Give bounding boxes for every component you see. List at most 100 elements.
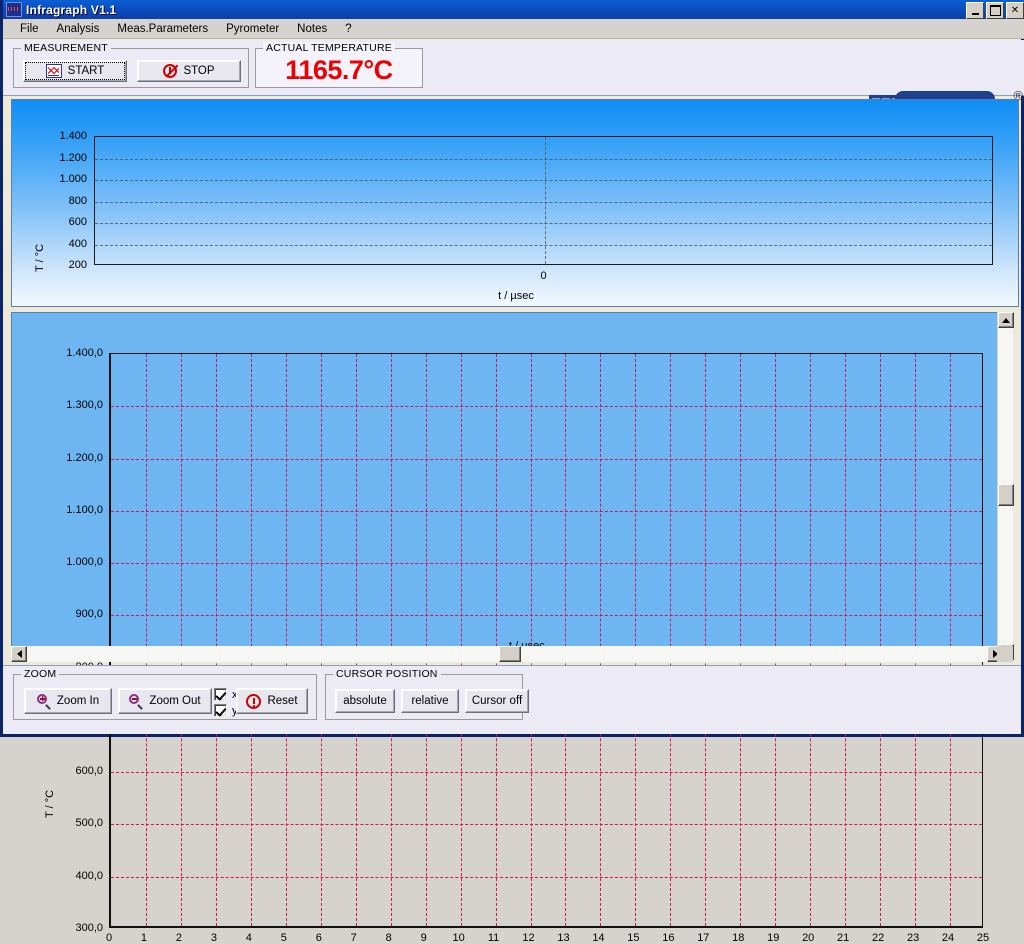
gridline-vertical: [320, 354, 322, 926]
gridline-horizontal: [95, 180, 992, 181]
menu-item-analysis[interactable]: Analysis: [48, 21, 109, 37]
reset-button[interactable]: Reset: [236, 688, 308, 714]
axis-y-checkbox[interactable]: [214, 704, 227, 717]
top-chart-y-tick: 1.000: [59, 173, 87, 185]
bottom-chart-x-tick: 13: [557, 932, 570, 944]
bottom-chart-x-tick: 20: [802, 932, 815, 944]
axis-y-checkbox-row[interactable]: y: [214, 704, 238, 717]
bottom-chart-y-axis-label: T / °C: [44, 789, 56, 818]
vertical-scrollbar[interactable]: [997, 312, 1014, 660]
zoom-in-button[interactable]: Zoom In: [24, 688, 112, 714]
bottom-chart-x-tick: 5: [280, 932, 287, 944]
chart-icon: [45, 64, 62, 78]
gridline-vertical: [180, 354, 182, 926]
chevron-left-icon: [16, 650, 22, 658]
gridline-vertical: [460, 354, 462, 926]
app-icon: [6, 2, 22, 17]
bottom-chart-x-tick: 11: [487, 932, 500, 944]
horizontal-scrollbar-thumb[interactable]: [499, 646, 521, 662]
close-button[interactable]: ✕: [1006, 2, 1024, 19]
bottom-chart-x-tick: 16: [662, 932, 675, 944]
gridline-vertical: [425, 354, 427, 926]
bottom-chart-x-tick: 24: [941, 932, 955, 944]
bottom-chart-x-tick: 7: [350, 932, 357, 944]
bottom-chart-y-tick: 1.300,0: [66, 399, 103, 412]
cursor-relative-button[interactable]: relative: [401, 689, 459, 713]
bottom-chart-plot-area[interactable]: [109, 353, 983, 928]
maximize-button[interactable]: [986, 2, 1004, 19]
top-chart-y-tick: 800: [68, 194, 87, 207]
bottom-chart-y-tick: 300,0: [75, 922, 103, 934]
window-controls: ✕: [966, 2, 1024, 19]
bottom-chart-x-tick: 6: [315, 932, 322, 944]
reset-warning-icon: [246, 693, 262, 709]
bottom-toolbar: ZOOM Zoom In Zoom Out x y Reset CURSOR P…: [3, 665, 1021, 734]
bottom-chart-y-tick: 1.200,0: [66, 451, 103, 464]
top-chart-x-axis-label: t / µsec: [498, 290, 534, 302]
zoom-in-label: Zoom In: [56, 695, 100, 707]
top-chart-y-tick: 400: [68, 237, 87, 250]
top-chart-y-axis-label: T / °C: [34, 243, 46, 272]
gridline-horizontal: [111, 510, 982, 512]
magnifier-plus-icon: [36, 694, 51, 708]
gridline-vertical: [915, 354, 917, 926]
menu-item-file[interactable]: File: [11, 21, 48, 37]
bottom-chart-x-tick: 14: [592, 932, 605, 944]
gridline-vertical: [145, 354, 147, 926]
menu-item-meas-parameters[interactable]: Meas.Parameters: [108, 21, 217, 37]
bottom-chart-x-tick: 19: [767, 932, 780, 944]
live-strip-chart-panel[interactable]: T / °C 1.400 1.200 1.000 800 600 400 200 0 t /…: [11, 99, 1019, 307]
bottom-chart-x-tick: 18: [732, 932, 745, 944]
bottom-chart-y-tick: 1.400,0: [66, 347, 103, 359]
vertical-scrollbar-thumb[interactable]: [998, 484, 1014, 506]
stop-button[interactable]: STOP: [137, 60, 241, 82]
top-chart-y-tick: 200: [68, 259, 87, 271]
top-chart-y-tick: 1.400: [59, 130, 87, 142]
gridline-vertical: [495, 354, 497, 926]
scroll-left-button[interactable]: [11, 646, 27, 662]
temperature-readout: 1165.7°C: [285, 55, 393, 85]
detail-chart-panel[interactable]: T / °C 1.400,0 1.300,0 1.200,0 1.100,0 1.000…: [11, 312, 1003, 944]
gridline-vertical: [845, 354, 847, 926]
bottom-chart-y-tick: 900,0: [75, 608, 103, 621]
bottom-chart-x-tick: 22: [871, 932, 885, 944]
cursor-off-button[interactable]: Cursor off: [465, 689, 529, 713]
menu-item-notes[interactable]: Notes: [288, 21, 336, 37]
gridline-vertical: [635, 354, 637, 926]
gridline-horizontal: [111, 615, 982, 617]
scrollbar-corner: [997, 646, 1013, 662]
title-bar: Infragraph V1.1 ✕: [3, 0, 1024, 19]
cursor-absolute-button[interactable]: absolute: [335, 689, 395, 713]
actual-temperature-group: ACTUAL TEMPERATURE 1165.7°C: [255, 42, 423, 88]
scroll-up-button[interactable]: [998, 312, 1014, 328]
horizontal-scrollbar[interactable]: [11, 646, 1003, 662]
gridline-vertical: [600, 354, 602, 926]
gridline-vertical: [285, 354, 287, 926]
bottom-chart-x-tick: 0: [105, 932, 113, 944]
bottom-chart-x-tick: 17: [697, 932, 710, 944]
gridline-vertical: [390, 354, 392, 926]
gridline-vertical: [810, 354, 812, 926]
top-chart-y-tick: 600: [68, 216, 87, 228]
start-button[interactable]: START: [23, 60, 127, 82]
gridline-vertical-zero: [544, 137, 546, 264]
bottom-chart-x-tick: 4: [245, 932, 252, 944]
gridline-vertical: [355, 354, 357, 926]
cursor-position-label: CURSOR POSITION: [333, 668, 441, 680]
menu-item-pyrometer[interactable]: Pyrometer: [217, 21, 288, 37]
application-window: Infragraph V1.1 ✕ File Analysis Meas.Par…: [0, 0, 1024, 944]
gridline-horizontal: [111, 876, 982, 878]
toolbar: MEASUREMENT START STOP ACTUAL TEMPERATUR…: [3, 40, 1024, 127]
menu-item-help[interactable]: ?: [336, 21, 360, 37]
reset-label: Reset: [267, 695, 298, 707]
gridline-horizontal: [95, 158, 992, 160]
axis-x-checkbox-row[interactable]: x: [214, 688, 238, 701]
axis-x-checkbox[interactable]: [214, 688, 227, 701]
gridline-horizontal: [95, 223, 992, 224]
top-chart-plot-area[interactable]: [94, 136, 993, 265]
bottom-chart-x-tick: 23: [906, 932, 920, 944]
zoom-group: ZOOM Zoom In Zoom Out x y Reset: [13, 668, 317, 720]
zoom-out-button[interactable]: Zoom Out: [118, 688, 212, 714]
bottom-chart-y-tick: 600,0: [75, 765, 103, 778]
minimize-button[interactable]: [966, 2, 984, 19]
